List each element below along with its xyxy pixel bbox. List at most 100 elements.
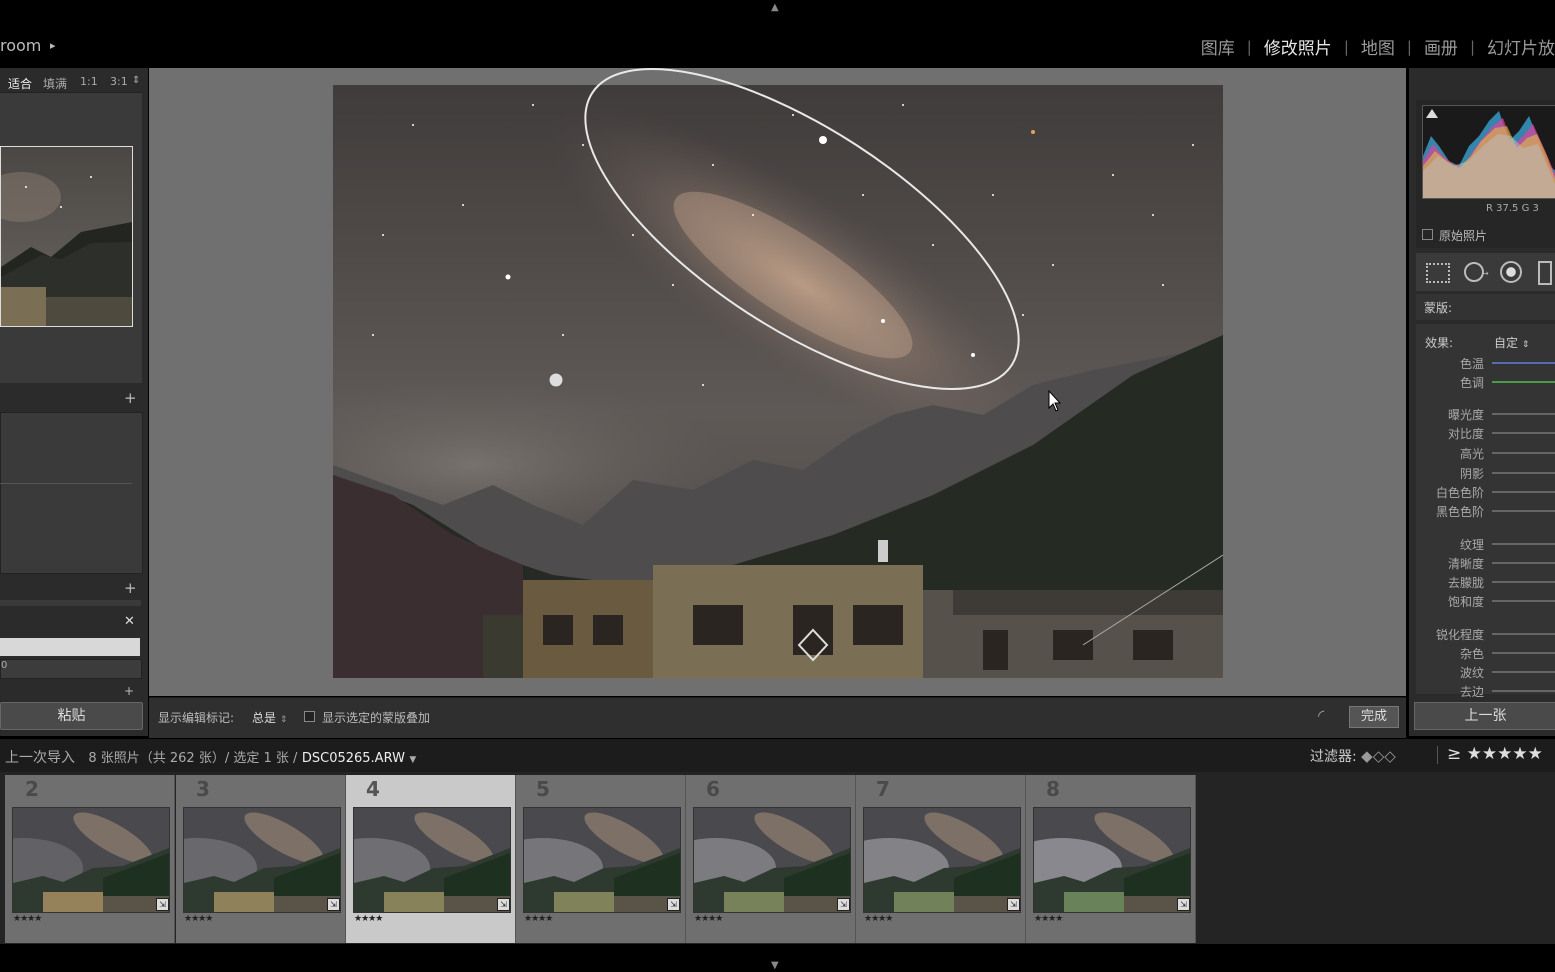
module-3[interactable]: 画册 [1424, 34, 1458, 59]
slider-track[interactable] [1492, 491, 1555, 493]
module-4[interactable]: 幻灯片放 [1487, 34, 1555, 59]
zoom-3-1[interactable]: 3:1 [110, 75, 128, 88]
slider-label: 去朦胧 [1447, 576, 1484, 590]
app-menu-arrow-icon[interactable]: ▸ [50, 39, 56, 52]
cell-rating[interactable]: ★★★★ [864, 914, 893, 924]
slider-track[interactable] [1492, 413, 1555, 415]
slider-label: 高光 [1459, 447, 1484, 461]
filmstrip-cell[interactable]: 2 ⇲ ★★★★ [5, 775, 175, 943]
slider-track[interactable] [1492, 543, 1555, 545]
original-photo-label: 原始照片 [1439, 229, 1488, 243]
shadow-clipping-icon[interactable] [1426, 109, 1438, 118]
edited-badge-icon: ⇲ [156, 898, 169, 911]
navigator-thumbnail[interactable] [0, 146, 133, 327]
edit-pin-icon[interactable] [548, 372, 564, 388]
filmstrip-thumbnail[interactable] [12, 807, 170, 913]
filmstrip-thumbnail[interactable] [693, 807, 851, 913]
zoom-dropdown-icon[interactable]: ⇕ [132, 75, 140, 86]
cell-rating[interactable]: ★★★★ [354, 914, 383, 924]
show-edit-pins-select[interactable]: 总是 ⇕ [252, 709, 287, 726]
slider-track[interactable] [1492, 652, 1555, 654]
slider-label: 阴影 [1459, 467, 1484, 481]
add-preset-icon[interactable]: + [124, 389, 137, 407]
photo-count: 8 张照片（共 262 张）/ 选定 1 张 / [88, 751, 298, 766]
history-row-value: 0 [1, 660, 8, 671]
filmstrip-thumbnail[interactable] [183, 807, 341, 913]
slider-track[interactable] [1492, 671, 1555, 673]
radial-filter-ellipse[interactable] [538, 68, 1066, 449]
slider-track[interactable] [1492, 562, 1555, 564]
edited-badge-icon: ⇲ [667, 898, 680, 911]
module-1[interactable]: 修改照片 [1264, 34, 1332, 59]
filmstrip-cell[interactable]: 8 ⇲ ★★★★ [1026, 775, 1196, 943]
edited-badge-icon: ⇲ [1007, 898, 1020, 911]
module-separator: | [1343, 37, 1349, 56]
slider-track[interactable] [1492, 690, 1555, 692]
slider-label: 纹理 [1459, 538, 1484, 552]
module-2[interactable]: 地图 [1361, 34, 1395, 59]
source-label: 上一次导入 [5, 750, 75, 766]
paste-button[interactable]: 粘贴 [0, 702, 143, 730]
slider-track[interactable] [1492, 581, 1555, 583]
module-separator: | [1406, 37, 1412, 56]
filmstrip-thumbnail[interactable] [353, 807, 511, 913]
module-0[interactable]: 图库 [1201, 34, 1235, 59]
bottom-panel-toggle-icon[interactable]: ▼ [771, 960, 779, 971]
cell-rating[interactable]: ★★★★ [694, 914, 723, 924]
flag-filter-icon[interactable]: ◆◇◇ [1361, 747, 1396, 765]
slider-track[interactable] [1492, 600, 1555, 602]
cell-rating[interactable]: ★★★★ [524, 914, 553, 924]
filmstrip-cell[interactable]: 3 ⇲ ★★★★ [176, 775, 346, 943]
overlay-checkbox[interactable] [304, 711, 315, 722]
spot-removal-icon[interactable] [1464, 262, 1484, 282]
history-selected-row[interactable] [0, 638, 140, 656]
histogram[interactable] [1422, 105, 1555, 199]
app-title: room [0, 36, 42, 55]
slider-label: 对比度 [1447, 427, 1484, 441]
cell-rating[interactable]: ★★★★ [1034, 914, 1063, 924]
cell-rating[interactable]: ★★★★ [13, 914, 42, 924]
effect-select[interactable]: 自定 ⇕ [1494, 334, 1529, 351]
add-snapshot-icon[interactable]: + [124, 579, 137, 597]
original-photo-checkbox[interactable] [1422, 229, 1433, 240]
slider-track[interactable] [1492, 472, 1555, 474]
slider-track[interactable] [1492, 381, 1555, 383]
loading-spinner-icon: ◜ [1318, 706, 1325, 725]
history-row[interactable]: 0 [0, 659, 142, 679]
slider-track[interactable] [1492, 633, 1555, 635]
add-collection-icon[interactable]: + [124, 684, 134, 698]
zoom-fill[interactable]: 填满 [43, 75, 67, 92]
cell-rating[interactable]: ★★★★ [184, 914, 213, 924]
slider-label: 饱和度 [1447, 595, 1484, 609]
red-eye-icon[interactable] [1500, 261, 1522, 283]
filmstrip-cell[interactable]: 6 ⇲ ★★★★ [686, 775, 856, 943]
filmstrip-cell[interactable]: 7 ⇲ ★★★★ [856, 775, 1026, 943]
slider-track[interactable] [1492, 362, 1555, 364]
slider-label: 杂色 [1459, 647, 1484, 661]
cell-number: 7 [876, 777, 890, 801]
slider-track[interactable] [1492, 510, 1555, 512]
zoom-fit[interactable]: 适合 [8, 75, 32, 92]
slider-label: 清晰度 [1447, 557, 1484, 571]
filmstrip-cell[interactable]: 5 ⇲ ★★★★ [516, 775, 686, 943]
crop-tool-icon[interactable] [1426, 263, 1450, 283]
filmstrip-thumbnail[interactable] [863, 807, 1021, 913]
graduated-filter-icon[interactable] [1538, 261, 1552, 285]
rating-filter[interactable]: ≥ ★★★★★ [1447, 744, 1543, 764]
filmstrip-source[interactable]: 上一次导入 8 张照片（共 262 张）/ 选定 1 张 / DSC05265.… [5, 747, 416, 767]
zoom-1-1[interactable]: 1:1 [80, 75, 98, 88]
slider-track[interactable] [1492, 432, 1555, 434]
mask-label: 蒙版: [1424, 301, 1453, 315]
top-panel-toggle-icon[interactable]: ▲ [771, 2, 779, 13]
spot-arrow-icon: → [1482, 269, 1489, 278]
done-button[interactable]: 完成 [1349, 706, 1399, 728]
cell-number: 8 [1046, 777, 1060, 801]
close-icon[interactable]: ✕ [124, 614, 135, 629]
effect-value: 自定 [1494, 336, 1519, 350]
filmstrip-cell[interactable]: 4 ⇲ ★★★★ [346, 775, 516, 943]
slider-track[interactable] [1492, 452, 1555, 454]
select-arrows-icon: ⇕ [279, 715, 288, 725]
previous-button[interactable]: 上一张 [1414, 702, 1555, 730]
filmstrip-thumbnail[interactable] [1033, 807, 1191, 913]
filmstrip-thumbnail[interactable] [523, 807, 681, 913]
